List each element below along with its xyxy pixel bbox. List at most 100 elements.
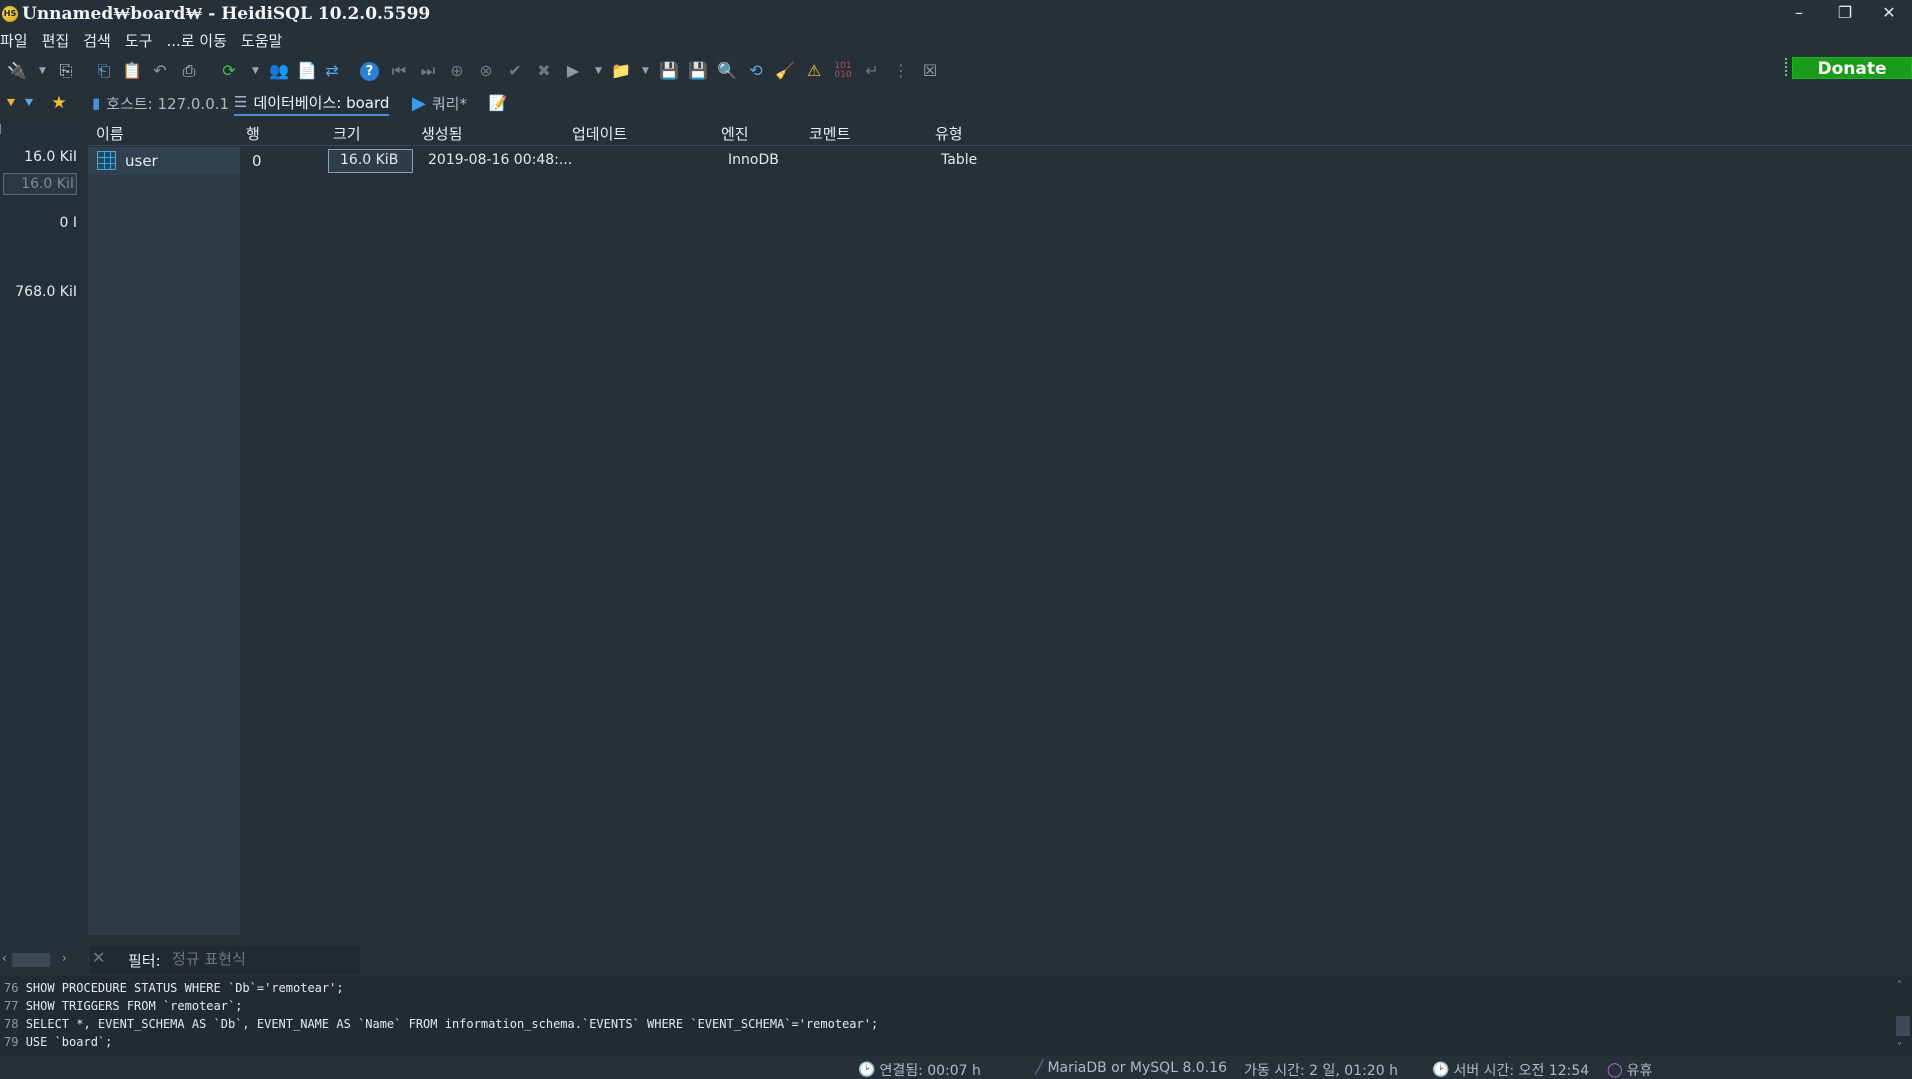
column-header-name[interactable]: 이름 (96, 123, 124, 144)
database-tree-panel[interactable]: 16.0 KiI 0 I 768.0 KiI (0, 120, 80, 950)
menu-file[interactable]: 파일 (0, 30, 28, 54)
undo-icon[interactable]: ↶ (149, 60, 171, 82)
log-line-text: SELECT *, EVENT_SCHEMA AS `Db`, EVENT_NA… (25, 1017, 879, 1031)
close-tab-icon[interactable]: ☒ (919, 60, 941, 82)
close-button[interactable]: ✕ (1866, 0, 1912, 28)
cell-size[interactable]: 16.0 KiB (340, 152, 398, 168)
menu-edit[interactable]: 편집 (42, 30, 70, 54)
menu-tools[interactable]: 도구 (125, 30, 153, 54)
chevron-down-icon[interactable]: ▼ (595, 66, 602, 76)
add-record-icon[interactable]: ⊕ (446, 60, 468, 82)
column-header-created[interactable]: 생성됨 (421, 123, 462, 144)
cell-rows[interactable]: 0 (252, 152, 262, 170)
log-line-text: SHOW TRIGGERS FROM `remotear`; (25, 999, 243, 1013)
scroll-left-icon[interactable]: ‹ (2, 951, 7, 965)
copy-icon[interactable]: ⎗ (93, 60, 115, 82)
log-line-text: SHOW PROCEDURE STATUS WHERE `Db`='remote… (25, 981, 344, 995)
idle-circle-icon: ◯ (1607, 1062, 1623, 1078)
cancel-record-icon[interactable]: ✖ (533, 60, 555, 82)
scroll-down-icon[interactable]: ˅ (1897, 1042, 1902, 1053)
disconnect-icon[interactable]: ⎘ (55, 60, 77, 82)
tree-selected-item[interactable]: 16.0 KiI (3, 173, 77, 195)
tree-size-value: 0 I (59, 215, 78, 231)
cell-name[interactable]: user (125, 152, 158, 170)
format-sql-icon[interactable]: 🧹 (774, 60, 796, 82)
menu-goto[interactable]: ...로 이동 (166, 30, 226, 54)
filter-label: 필터: (128, 952, 161, 970)
chevron-down-icon[interactable]: ▼ (642, 66, 649, 76)
scroll-up-icon[interactable]: ˄ (1897, 980, 1902, 991)
tab-bar: ⯆ ⯆ ★ ▮ 호스트: 127.0.0.1 ☰ 데이터베이스: board ▶… (0, 88, 1912, 118)
column-header-rows[interactable]: 행 (246, 123, 260, 144)
column-header-type[interactable]: 유형 (935, 123, 963, 144)
tab-host-label: 호스트: 127.0.0.1 (106, 94, 230, 113)
menu-help[interactable]: 도움말 (241, 30, 282, 54)
connect-plug-icon[interactable]: 🔌 (6, 60, 28, 82)
export-csv-icon[interactable]: 📄 (296, 60, 318, 82)
tree-size-value: 16.0 KiI (24, 149, 77, 165)
clock-icon: 🕑 (1432, 1062, 1450, 1078)
favorites-star-icon[interactable]: ★ (48, 92, 70, 114)
column-header-engine[interactable]: 엔진 (721, 123, 749, 144)
tab-query[interactable]: ▶ 쿼리* (412, 90, 467, 116)
replace-icon[interactable]: ⟲ (745, 60, 767, 82)
toolbar-grip (1785, 58, 1788, 76)
print-icon[interactable]: ⎙ (178, 60, 200, 82)
status-connected-text: 연결됨: 00:07 h (879, 1063, 981, 1079)
binary-icon[interactable]: 101 010 (832, 60, 854, 82)
log-line-number: 79 (4, 1035, 19, 1049)
log-line: 77 SHOW TRIGGERS FROM `remotear`; (4, 999, 242, 1013)
tab-database[interactable]: ☰ 데이터베이스: board (234, 90, 390, 116)
scrollbar-thumb[interactable] (12, 953, 50, 967)
filter-input[interactable] (172, 948, 352, 970)
tab-host[interactable]: ▮ 호스트: 127.0.0.1 (92, 90, 229, 116)
cell-created[interactable]: 2019-08-16 00:48:... (428, 152, 572, 168)
scrollbar-thumb[interactable] (1896, 1016, 1910, 1036)
last-record-icon[interactable]: ⏭ (417, 60, 439, 82)
post-record-icon[interactable]: ✔ (504, 60, 526, 82)
sync-icon[interactable]: ⇄ (321, 60, 343, 82)
menu-search[interactable]: 검색 (83, 30, 111, 54)
column-header-updated[interactable]: 업데이트 (572, 123, 627, 144)
word-wrap-icon[interactable]: ↵ (861, 60, 883, 82)
user-manager-icon[interactable]: 👥 (268, 60, 290, 82)
scroll-right-icon[interactable]: › (62, 951, 67, 965)
chevron-down-icon[interactable]: ▼ (252, 66, 259, 76)
log-line-text: USE `board`; (25, 1035, 113, 1049)
tree-line (0, 124, 3, 134)
tree-size-value: 768.0 KiI (15, 284, 77, 300)
minimize-button[interactable]: – (1776, 0, 1822, 28)
find-icon[interactable]: 🔍 (716, 60, 738, 82)
cell-engine[interactable]: InnoDB (728, 152, 779, 168)
column-header-size[interactable]: 크기 (333, 123, 361, 144)
save-as-icon[interactable]: 💾 (687, 60, 709, 82)
table-header: 이름 행 크기 생성됨 업데이트 엔진 코멘트 유형 (88, 120, 1912, 146)
status-state-text: 유휴 (1626, 1063, 1653, 1079)
open-folder-icon[interactable]: 📁 (610, 60, 632, 82)
save-icon[interactable]: 💾 (658, 60, 680, 82)
database-icon: ☰ (234, 93, 248, 111)
warning-icon[interactable]: ⚠ (803, 60, 825, 82)
log-line-number: 77 (4, 999, 19, 1013)
donate-button[interactable]: Donate (1792, 57, 1912, 79)
filter-clear-icon[interactable]: ⯆ (18, 92, 40, 114)
paste-icon[interactable]: 📋 (121, 60, 143, 82)
new-query-tab-icon[interactable]: 📝 (487, 92, 509, 114)
grip-icon: ⋮ (893, 61, 909, 80)
play-icon: ▶ (412, 92, 426, 114)
tab-query-label: 쿼리* (431, 94, 467, 113)
restore-button[interactable]: ❐ (1822, 0, 1868, 28)
sql-log-panel[interactable]: 76 SHOW PROCEDURE STATUS WHERE `Db`='rem… (0, 976, 1912, 1056)
cell-type[interactable]: Table (941, 152, 977, 168)
delete-record-icon[interactable]: ⊗ (475, 60, 497, 82)
chevron-down-icon[interactable]: ▼ (39, 66, 46, 76)
run-query-icon[interactable]: ▶ (562, 60, 584, 82)
help-icon[interactable]: ? (360, 62, 379, 81)
clock-icon: 🕑 (858, 1062, 876, 1078)
column-header-comment[interactable]: 코멘트 (809, 123, 850, 144)
log-line-number: 76 (4, 981, 19, 995)
filter-close-icon[interactable]: ✕ (92, 948, 105, 967)
menu-bar: 파일 편집 검색 도구 ...로 이동 도움말 (0, 30, 282, 54)
first-record-icon[interactable]: ⏮ (388, 60, 410, 82)
refresh-icon[interactable]: ⟳ (218, 60, 240, 82)
